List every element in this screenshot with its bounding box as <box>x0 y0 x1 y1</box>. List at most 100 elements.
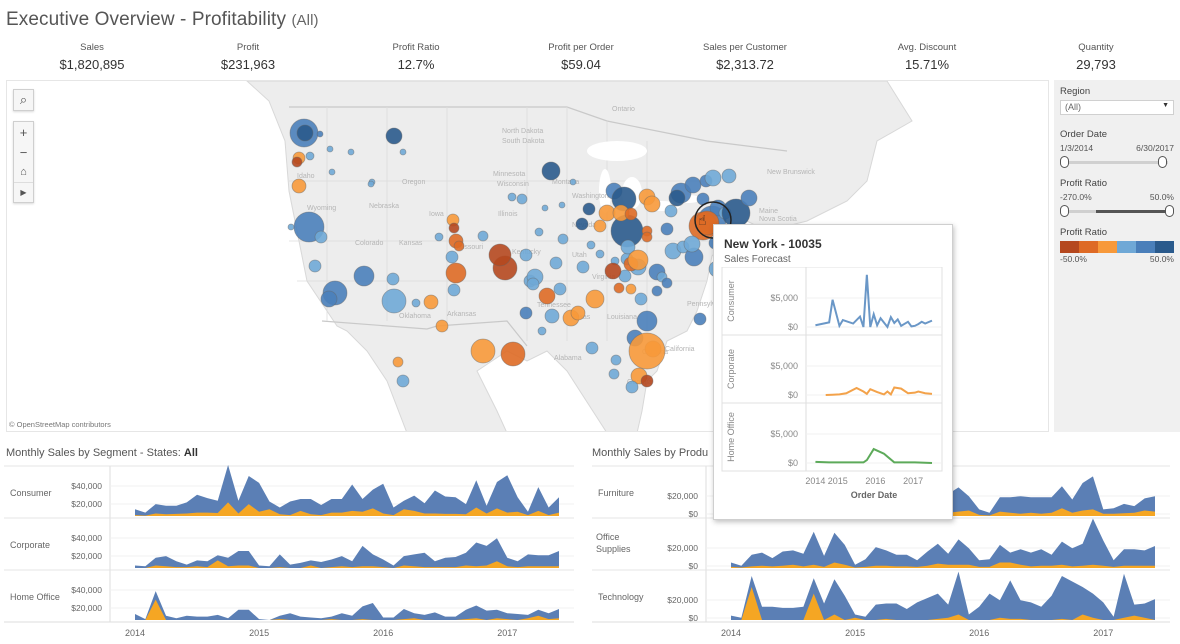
map-location-mark[interactable] <box>593 219 607 233</box>
map-location-mark[interactable] <box>541 161 561 181</box>
map-location-mark[interactable] <box>386 272 400 286</box>
map-location-mark[interactable] <box>608 368 620 380</box>
map-location-mark[interactable] <box>519 306 533 320</box>
order-date-slider[interactable] <box>1060 156 1174 168</box>
sales-area-technology[interactable] <box>731 571 1155 620</box>
map-location-mark[interactable] <box>553 282 567 296</box>
map-location-mark[interactable] <box>641 231 653 243</box>
map-location-mark[interactable] <box>381 288 407 314</box>
map-location-mark[interactable] <box>308 259 322 273</box>
map-location-mark[interactable] <box>328 168 336 176</box>
map-location-mark[interactable] <box>569 178 577 186</box>
map-location-mark[interactable] <box>385 127 403 145</box>
map-location-mark[interactable] <box>538 287 556 305</box>
map-location-mark[interactable] <box>661 277 673 289</box>
map-location-mark[interactable] <box>516 193 528 205</box>
map-location-mark[interactable] <box>664 204 678 218</box>
map-search-control[interactable]: ⌕ <box>13 89 34 111</box>
map-location-mark[interactable] <box>683 235 701 253</box>
map-location-mark[interactable] <box>537 326 547 336</box>
segment-area-chart[interactable]: Consumer $40,000 $20,000 Corporate $40,000 $2… <box>0 462 582 644</box>
map-location-mark[interactable] <box>549 256 563 270</box>
map-location-mark[interactable] <box>500 341 526 367</box>
map-location-mark[interactable] <box>668 189 686 207</box>
map-location-mark[interactable] <box>367 180 375 188</box>
map-location-mark[interactable] <box>291 178 307 194</box>
map-location-mark[interactable] <box>507 192 517 202</box>
map-location-mark[interactable] <box>541 204 549 212</box>
map-location-mark[interactable] <box>423 294 439 310</box>
map-location-mark[interactable] <box>316 130 324 138</box>
map-location-mark[interactable] <box>411 298 421 308</box>
map-location-mark[interactable] <box>643 195 661 213</box>
map-location-mark[interactable] <box>396 374 410 388</box>
map-location-mark[interactable] <box>526 277 540 291</box>
sales-area-office-supplies[interactable] <box>731 518 1155 569</box>
play-icon[interactable]: ▶ <box>14 182 33 202</box>
map-location-mark[interactable] <box>434 232 444 242</box>
map-location-mark[interactable] <box>575 217 589 231</box>
map-location-mark[interactable] <box>558 201 566 209</box>
map-location-mark[interactable] <box>640 374 654 388</box>
map-location-mark[interactable] <box>585 341 599 355</box>
map-attribution[interactable]: © OpenStreetMap contributors <box>9 420 111 429</box>
map-location-mark[interactable] <box>704 169 722 187</box>
map-location-mark[interactable] <box>320 290 338 308</box>
sales-area-home-office[interactable] <box>135 591 559 620</box>
zoom-in-icon[interactable]: + <box>14 122 33 142</box>
map-location-mark[interactable] <box>613 282 625 294</box>
map-location-mark[interactable] <box>610 354 622 366</box>
map-location-mark[interactable] <box>314 230 328 244</box>
map-location-mark[interactable] <box>353 265 375 287</box>
map-location-mark[interactable] <box>448 222 460 234</box>
map-location-mark[interactable] <box>445 262 467 284</box>
map-location-mark[interactable] <box>576 260 590 274</box>
map-location-mark[interactable] <box>399 148 407 156</box>
search-icon[interactable]: ⌕ <box>14 90 33 110</box>
map-location-mark[interactable] <box>585 289 605 309</box>
order-date-high-handle[interactable] <box>1158 156 1167 168</box>
map-location-mark[interactable] <box>534 227 544 237</box>
sales-area-consumer[interactable] <box>135 465 559 516</box>
map-location-mark[interactable] <box>740 189 758 207</box>
map-location-mark[interactable] <box>544 308 560 324</box>
map-location-mark[interactable] <box>447 283 461 297</box>
map-location-mark[interactable] <box>519 248 533 262</box>
map-location-mark[interactable] <box>488 243 512 267</box>
map-location-mark[interactable] <box>453 240 465 252</box>
map-location-mark[interactable] <box>595 249 605 259</box>
profit-ratio-slider[interactable] <box>1060 205 1174 217</box>
map-location-mark[interactable] <box>651 285 663 297</box>
map-location-mark[interactable] <box>627 249 649 271</box>
home-icon[interactable]: ⌂ <box>14 162 33 182</box>
profit-ratio-high-handle[interactable] <box>1165 205 1174 217</box>
map-location-mark[interactable] <box>628 332 666 370</box>
map-location-mark[interactable] <box>347 148 355 156</box>
map-location-mark[interactable] <box>624 207 638 221</box>
map-location-mark[interactable] <box>477 230 489 242</box>
map-location-mark[interactable] <box>634 292 648 306</box>
map-location-mark[interactable] <box>470 338 496 364</box>
map-location-mark[interactable] <box>625 283 637 295</box>
region-dropdown[interactable]: (All) ▼ <box>1060 100 1174 115</box>
map-location-mark[interactable] <box>570 305 586 321</box>
map-location-mark[interactable] <box>693 312 707 326</box>
order-date-low-handle[interactable] <box>1060 156 1069 168</box>
map-location-mark[interactable] <box>604 262 622 280</box>
map-location-mark[interactable] <box>305 151 315 161</box>
map-location-mark[interactable] <box>296 124 314 142</box>
profit-ratio-low-handle[interactable] <box>1060 205 1069 217</box>
map-location-mark[interactable] <box>392 356 404 368</box>
map-location-mark[interactable] <box>721 168 737 184</box>
map-location-mark[interactable] <box>445 250 459 264</box>
map-location-mark[interactable] <box>625 380 639 394</box>
map-location-mark[interactable] <box>326 145 334 153</box>
map-location-mark[interactable] <box>287 223 295 231</box>
map-location-mark[interactable] <box>636 310 658 332</box>
map-location-mark[interactable] <box>582 202 596 216</box>
map-location-mark[interactable] <box>684 176 702 194</box>
map-location-mark[interactable] <box>598 204 616 222</box>
zoom-out-icon[interactable]: − <box>14 142 33 162</box>
map-location-mark[interactable] <box>557 233 569 245</box>
map-location-mark[interactable] <box>586 240 596 250</box>
